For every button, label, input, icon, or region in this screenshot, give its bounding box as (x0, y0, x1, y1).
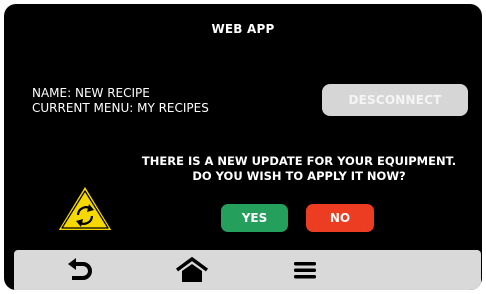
no-button[interactable]: NO (306, 204, 374, 232)
home-icon[interactable] (175, 256, 209, 284)
update-message: THERE IS A NEW UPDATE FOR YOUR EQUIPMENT… (116, 154, 482, 184)
update-message-line-1: THERE IS A NEW UPDATE FOR YOUR EQUIPMENT… (141, 154, 457, 168)
recipe-name: NAME: NEW RECIPE (32, 86, 150, 100)
back-icon[interactable] (63, 256, 97, 284)
menu-icon[interactable] (288, 256, 322, 284)
recipe-info: NAME: NEW RECIPE CURRENT MENU: MY RECIPE… (32, 86, 209, 116)
disconnect-button[interactable]: DESCONNECT (322, 84, 468, 116)
yes-button[interactable]: YES (221, 204, 288, 232)
update-warning-icon (54, 182, 116, 234)
bottom-navbar (14, 250, 481, 290)
current-menu: CURRENT MENU: MY RECIPES (32, 101, 209, 115)
app-screen: WEB APP NAME: NEW RECIPE CURRENT MENU: M… (4, 4, 482, 290)
app-title: WEB APP (211, 22, 275, 36)
update-message-line-2: DO YOU WISH TO APPLY IT NOW? (192, 169, 406, 183)
